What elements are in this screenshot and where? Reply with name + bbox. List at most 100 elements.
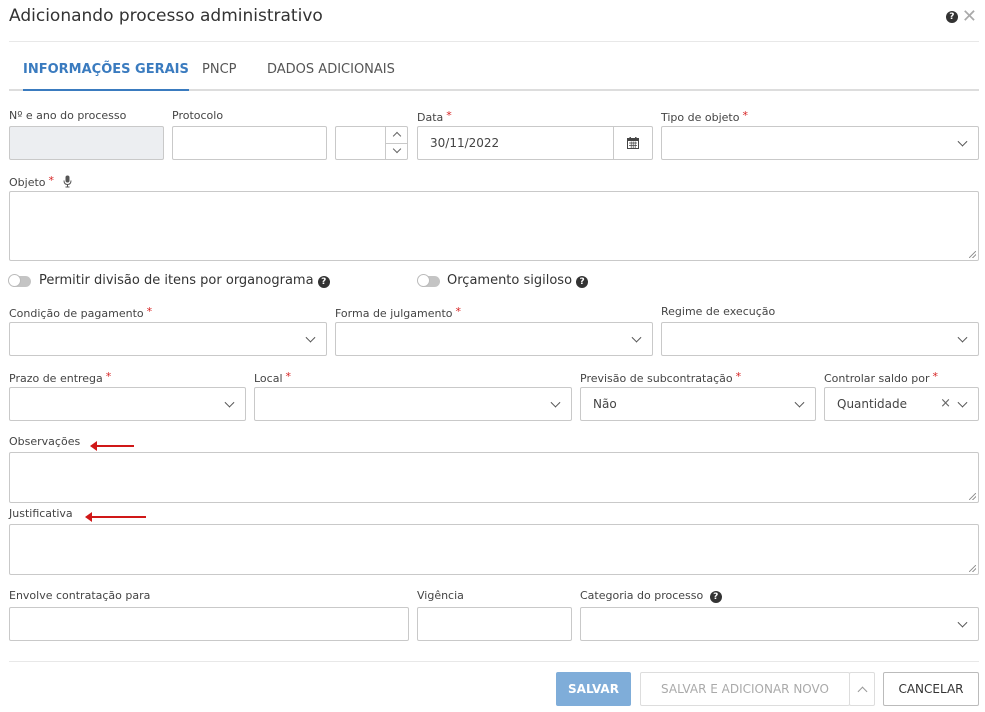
- required-marker: *: [455, 305, 462, 318]
- prazo-entrega-label-text: Prazo de entrega: [9, 372, 103, 385]
- help-icon[interactable]: ?: [709, 591, 722, 603]
- categoria-processo-label: Categoria do processo ?: [580, 589, 722, 603]
- resize-handle[interactable]: [969, 251, 976, 258]
- objeto-label: Objeto *: [9, 174, 72, 189]
- envolve-contratacao-input[interactable]: [9, 607, 409, 641]
- help-icon[interactable]: ?: [576, 276, 589, 288]
- tipo-objeto-label-text: Tipo de objeto: [661, 111, 740, 124]
- condicao-pagamento-select[interactable]: [9, 322, 327, 356]
- data-label-text: Data: [417, 111, 444, 124]
- controlar-saldo-label: Controlar saldo por *: [824, 370, 938, 385]
- header-divider: [9, 41, 979, 42]
- data-value: 30/11/2022: [430, 136, 500, 150]
- calendar-button[interactable]: [613, 127, 652, 159]
- controlar-saldo-value: Quantidade: [837, 397, 908, 411]
- categoria-processo-select[interactable]: [580, 607, 979, 641]
- controlar-saldo-label-text: Controlar saldo por: [824, 372, 930, 385]
- help-icon[interactable]: ?: [945, 11, 958, 23]
- sigiloso-toggle-label: Orçamento sigiloso ?: [447, 273, 589, 288]
- vigencia-input[interactable]: [417, 607, 572, 641]
- required-marker: *: [446, 109, 452, 122]
- tipo-objeto-label: Tipo de objeto *: [661, 109, 748, 124]
- chevron-down-icon: [957, 332, 968, 343]
- observacoes-textarea[interactable]: [9, 452, 979, 503]
- regime-execucao-label: Regime de execução: [661, 305, 776, 318]
- divisao-toggle-text: Permitir divisão de itens por organogram…: [39, 273, 314, 288]
- divisao-toggle[interactable]: [8, 274, 31, 287]
- divisao-toggle-label: Permitir divisão de itens por organogram…: [39, 273, 330, 288]
- chevron-down-icon: [957, 617, 968, 628]
- protocolo-input[interactable]: [172, 126, 327, 160]
- required-marker: *: [105, 370, 112, 383]
- microphone-icon[interactable]: [63, 175, 72, 188]
- local-label-text: Local: [254, 372, 283, 385]
- stepper-controls: [385, 127, 407, 159]
- chevron-down-icon: [631, 332, 642, 343]
- chevron-down-icon: [957, 397, 968, 408]
- justificativa-label: Justificativa: [9, 507, 73, 520]
- required-marker: *: [735, 370, 742, 383]
- save-and-new-button[interactable]: SALVAR E ADICIONAR NOVO: [640, 672, 850, 706]
- resize-handle[interactable]: [969, 493, 976, 500]
- protocolo-ano-stepper[interactable]: [335, 126, 408, 160]
- tipo-objeto-select[interactable]: [661, 126, 979, 160]
- annotation-arrow: [85, 512, 146, 522]
- clear-icon[interactable]: ×: [940, 396, 951, 411]
- help-icon[interactable]: ?: [317, 276, 330, 288]
- header-icons: ? ✕: [945, 8, 977, 26]
- save-button[interactable]: SALVAR: [556, 672, 631, 706]
- prazo-entrega-select[interactable]: [9, 387, 246, 421]
- numero-input: [9, 126, 164, 160]
- envolve-contratacao-label: Envolve contratação para: [9, 589, 151, 602]
- protocolo-label: Protocolo: [172, 109, 224, 122]
- categoria-processo-label-text: Categoria do processo: [580, 589, 704, 602]
- required-marker: *: [932, 370, 939, 383]
- numero-label: Nº e ano do processo: [9, 109, 127, 122]
- objeto-label-text: Objeto: [9, 176, 46, 189]
- resize-handle[interactable]: [969, 565, 976, 572]
- forma-julgamento-label: Forma de julgamento *: [335, 305, 461, 320]
- tab-bar: INFORMAÇÕES GERAIS PNCP DADOS ADICIONAIS: [9, 55, 979, 91]
- annotation-arrow: [90, 441, 134, 451]
- regime-execucao-select[interactable]: [661, 322, 979, 356]
- required-marker: *: [146, 305, 153, 318]
- tab-dados-adicionais[interactable]: DADOS ADICIONAIS: [267, 62, 395, 89]
- chevron-down-icon: [224, 397, 235, 408]
- tab-informacoes-gerais[interactable]: INFORMAÇÕES GERAIS: [23, 62, 189, 91]
- dialog-title: Adicionando processo administrativo: [9, 6, 323, 26]
- cancel-button[interactable]: CANCELAR: [883, 672, 979, 706]
- local-label: Local *: [254, 370, 291, 385]
- previsao-subcontratacao-select[interactable]: Não: [580, 387, 816, 421]
- save-options-button[interactable]: [849, 672, 875, 706]
- calendar-icon: [627, 137, 639, 149]
- required-marker: *: [742, 109, 748, 122]
- chevron-down-icon: [794, 397, 805, 408]
- objeto-textarea[interactable]: [9, 191, 979, 261]
- required-marker: *: [48, 174, 55, 187]
- justificativa-textarea[interactable]: [9, 524, 979, 575]
- previsao-subcontratacao-label: Previsão de subcontratação *: [580, 370, 741, 385]
- spinner-down-icon[interactable]: [386, 143, 407, 159]
- chevron-down-icon: [550, 397, 561, 408]
- observacoes-label: Observações: [9, 435, 81, 448]
- data-label: Data *: [417, 109, 452, 124]
- previsao-subcontratacao-label-text: Previsão de subcontratação: [580, 372, 733, 385]
- condicao-pagamento-label-text: Condição de pagamento: [9, 307, 144, 320]
- required-marker: *: [285, 370, 292, 383]
- data-input[interactable]: 30/11/2022: [417, 126, 653, 160]
- close-icon[interactable]: ✕: [962, 8, 977, 26]
- sigiloso-toggle-text: Orçamento sigiloso: [447, 273, 573, 288]
- controlar-saldo-select[interactable]: Quantidade ×: [824, 387, 979, 421]
- forma-julgamento-select[interactable]: [335, 322, 653, 356]
- spinner-up-icon[interactable]: [386, 127, 407, 144]
- local-select[interactable]: [254, 387, 572, 421]
- forma-julgamento-label-text: Forma de julgamento: [335, 307, 453, 320]
- chevron-down-icon: [957, 136, 968, 147]
- footer-divider: [9, 661, 979, 662]
- chevron-up-icon: [857, 686, 867, 696]
- sigiloso-toggle[interactable]: [417, 274, 440, 287]
- condicao-pagamento-label: Condição de pagamento *: [9, 305, 152, 320]
- chevron-down-icon: [305, 332, 316, 343]
- prazo-entrega-label: Prazo de entrega *: [9, 370, 111, 385]
- tab-pncp[interactable]: PNCP: [202, 62, 236, 89]
